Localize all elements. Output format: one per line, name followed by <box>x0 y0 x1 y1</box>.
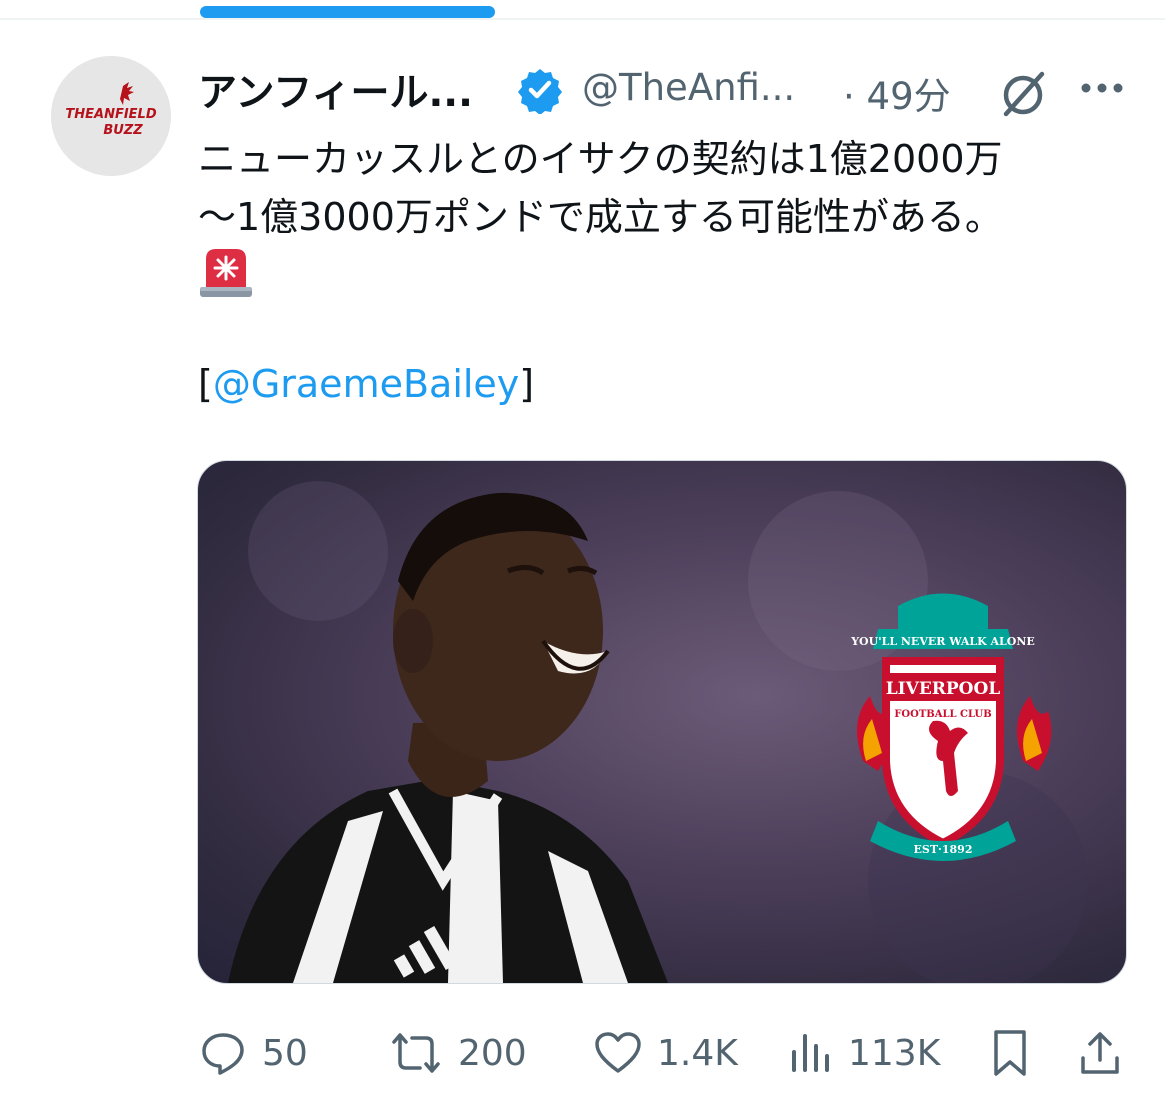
reply-count: 50 <box>262 1032 308 1074</box>
share-icon <box>1081 1032 1119 1074</box>
svg-text:LIVERPOOL: LIVERPOOL <box>886 679 1001 699</box>
views-count: 113K <box>848 1032 941 1074</box>
like-button[interactable]: 1.4K <box>593 1026 738 1080</box>
like-count: 1.4K <box>657 1032 738 1074</box>
bracket-close: ] <box>519 362 535 406</box>
bookmark-button[interactable] <box>990 1026 1030 1080</box>
tweet-text-line: ニューカッスルとのイサクの契約は1億2000万 <box>198 137 1003 181</box>
views-button[interactable]: 113K <box>790 1026 940 1080</box>
svg-text:FOOTBALL CLUB: FOOTBALL CLUB <box>894 709 991 720</box>
tweet-text-line: 〜1億3000万ポンドで成立する可能性がある。 <box>198 195 1003 239</box>
svg-text:BUZZ: BUZZ <box>103 123 143 138</box>
rotating-light-emoji <box>200 249 252 297</box>
svg-text:THEANFIELD: THEANFIELD <box>65 107 156 122</box>
heart-icon <box>595 1032 641 1073</box>
grok-icon[interactable] <box>996 66 1050 120</box>
reply-button[interactable]: 50 <box>198 1026 308 1080</box>
author-handle[interactable]: @TheAnfi... <box>582 66 795 109</box>
mention-line: [@GraemeBailey] <box>198 362 534 406</box>
tweet-timestamp[interactable]: · 49分 <box>843 66 951 120</box>
reply-icon <box>202 1033 244 1075</box>
tab-indicator <box>200 6 495 18</box>
top-divider <box>0 18 1165 20</box>
svg-text:EST·1892: EST·1892 <box>914 843 973 856</box>
more-options-icon[interactable] <box>1078 74 1126 102</box>
bookmark-icon <box>994 1030 1026 1076</box>
retweet-icon <box>392 1033 440 1073</box>
tweet-header: アンフィール... @TheAnfi... · 49分 <box>198 58 1138 120</box>
bracket-open: [ <box>198 362 213 406</box>
svg-text:YOU'LL NEVER WALK ALONE: YOU'LL NEVER WALK ALONE <box>850 635 1035 648</box>
tweet-text: ニューカッスルとのイサクの契約は1億2000万 〜1億3000万ポンドで成立する… <box>198 130 1118 246</box>
verified-badge-icon[interactable] <box>516 66 564 114</box>
anfield-buzz-logo: THEANFIELD BUZZ <box>51 56 171 176</box>
tweet-actions: 50 200 1.4K 113K <box>198 1018 1128 1088</box>
media-illustration: YOU'LL NEVER WALK ALONE LIVERPOOL FOOTBA… <box>228 481 1088 983</box>
author-display-name[interactable]: アンフィール... <box>198 62 473 118</box>
mention-link[interactable]: @GraemeBailey <box>213 362 519 406</box>
tweet-media-image[interactable]: YOU'LL NEVER WALK ALONE LIVERPOOL FOOTBA… <box>197 460 1127 984</box>
retweet-button[interactable]: 200 <box>388 1026 527 1080</box>
views-icon <box>792 1034 829 1072</box>
author-avatar[interactable]: THEANFIELD BUZZ <box>51 56 171 176</box>
retweet-count: 200 <box>458 1032 527 1074</box>
share-button[interactable] <box>1078 1026 1122 1080</box>
